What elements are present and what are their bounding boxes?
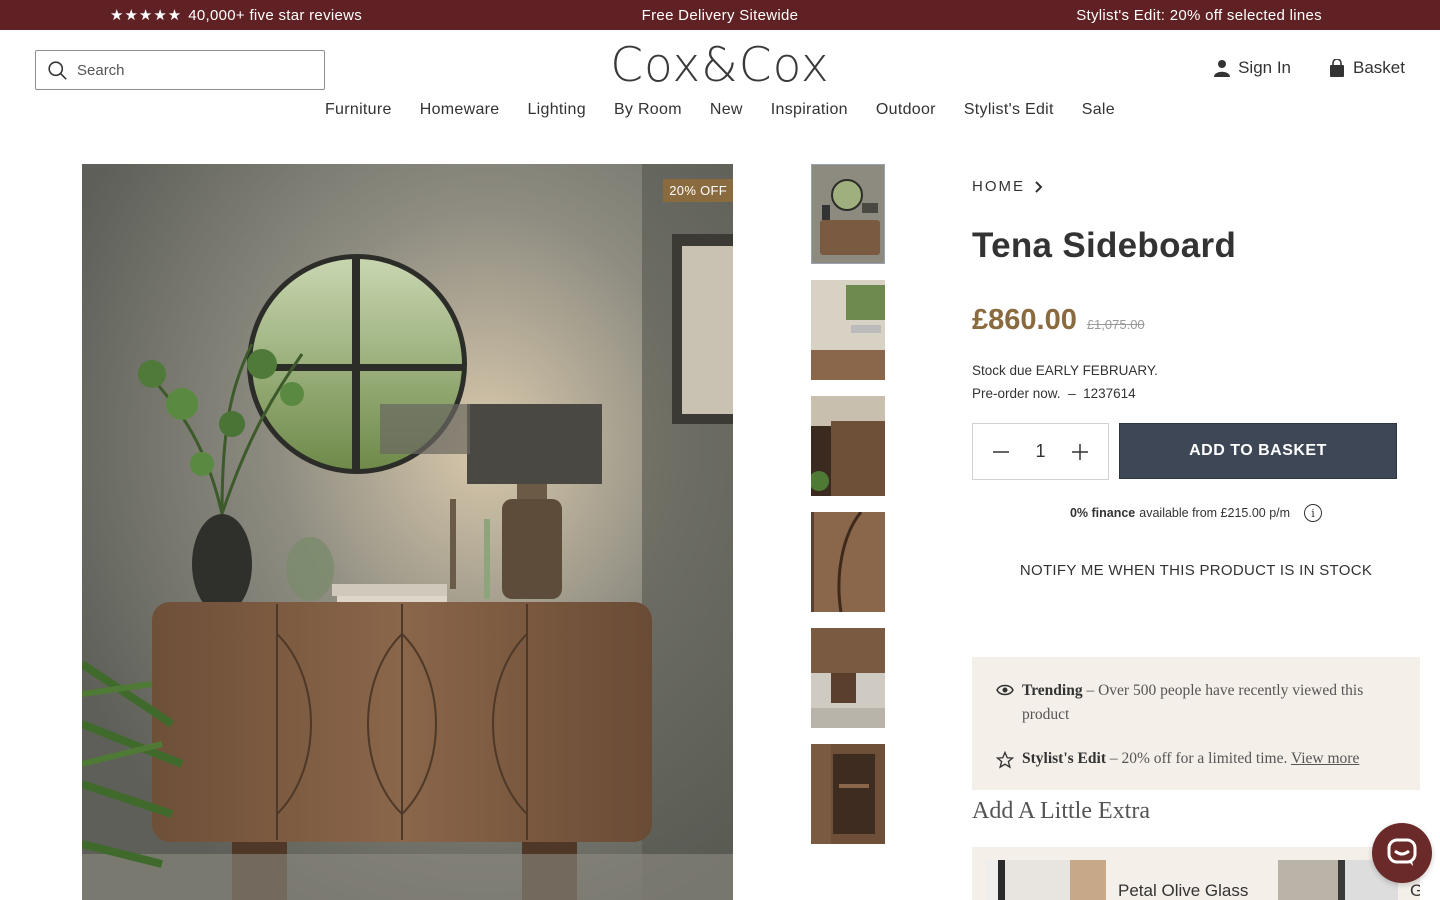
finance-info: 0% finance available from £215.00 p/m i [972,504,1420,522]
nav-item-new[interactable]: New [710,101,743,119]
nav-item-sale[interactable]: Sale [1082,101,1115,119]
nav-item-lighting[interactable]: Lighting [527,101,585,119]
preorder-line: Pre-order now. – 1237614 [972,382,1158,405]
sign-in-label: Sign In [1238,58,1292,77]
add-extra-heading: Add A Little Extra [972,798,1150,824]
extra-item-1-image[interactable] [986,860,1106,900]
view-more-link[interactable]: View more [1291,750,1359,767]
trending-message: Trending – Over 500 people have recently… [1022,679,1396,727]
breadcrumb: HOME [972,178,1043,195]
decrease-quantity-button[interactable] [991,442,1011,462]
eye-icon [996,684,1014,696]
sign-in-link[interactable]: Sign In [1214,58,1291,78]
thumbnail-3-image [811,396,885,496]
thumbnail-4-image [811,512,885,612]
trending-row: Trending – Over 500 people have recently… [996,679,1396,727]
nav-item-homeware[interactable]: Homeware [420,101,500,119]
thumbnail-3[interactable] [811,396,885,496]
plus-icon [1071,443,1088,460]
stylist-text: – 20% off for a limited time. [1109,750,1288,767]
sideboard-scene-image [82,164,733,900]
stock-info: Stock due EARLY FEBRUARY. Pre-order now.… [972,359,1158,405]
main-nav: Furniture Homeware Lighting By Room New … [0,101,1440,119]
thumbnail-6[interactable] [811,744,885,844]
nav-item-inspiration[interactable]: Inspiration [771,101,848,119]
product-title: Tena Sideboard [972,226,1237,265]
extra-item-1-title[interactable]: Petal Olive Glass [1118,881,1248,900]
promo-box: Trending – Over 500 people have recently… [972,657,1420,790]
star-icon [996,751,1014,769]
thumbnail-2[interactable] [811,280,885,380]
thumbnail-6-image [811,744,885,844]
breadcrumb-home[interactable]: HOME [972,178,1025,195]
extra-item-2-title[interactable]: G [1410,881,1420,900]
stylist-message: Stylist's Edit – 20% off for a limited t… [1022,747,1359,771]
info-icon[interactable]: i [1304,504,1323,522]
stylist-label: Stylist's Edit [1022,750,1106,767]
chat-icon [1387,838,1417,866]
sale-price: £860.00 [972,304,1077,336]
trending-label: Trending [1022,682,1083,699]
nav-item-furniture[interactable]: Furniture [325,101,392,119]
user-icon [1214,60,1231,77]
basket-link[interactable]: Basket [1329,58,1405,78]
nav-item-outdoor[interactable]: Outdoor [876,101,936,119]
original-price: £1,075.00 [1086,317,1145,332]
extras-carousel: Petal Olive Glass G [972,847,1420,900]
announcement-bar: ★★★★★ 40,000+ five star reviews Free Deli… [0,0,1440,30]
stylist-row: Stylist's Edit – 20% off for a limited t… [996,747,1396,771]
thumbnail-1-image [812,165,884,263]
add-to-basket-button[interactable]: ADD TO BASKET [1119,423,1397,479]
thumbnail-strip [811,164,885,860]
quantity-stepper: 1 [972,423,1109,480]
nav-item-stylists-edit[interactable]: Stylist's Edit [964,101,1054,119]
header-actions: Sign In Basket [1214,58,1405,78]
finance-bold: 0% finance [1069,506,1136,520]
preorder-text: Pre-order now. [972,386,1061,401]
thumbnail-4[interactable] [811,512,885,612]
notify-me-button[interactable]: NOTIFY ME WHEN THIS PRODUCT IS IN STOCK [972,562,1420,579]
nav-item-by-room[interactable]: By Room [614,101,682,119]
basket-label: Basket [1353,58,1405,77]
sku-separator: – [1068,386,1076,401]
quantity-value[interactable]: 1 [1035,441,1045,462]
discount-badge: 20% OFF [663,179,733,202]
finance-text: available from £215.00 p/m [1139,506,1291,520]
stock-status: Stock due EARLY FEBRUARY. [972,363,1158,378]
increase-quantity-button[interactable] [1070,442,1090,462]
basket-icon [1330,59,1345,77]
promo-announcement[interactable]: Stylist's Edit: 20% off selected lines [1076,0,1322,30]
minus-icon [993,450,1009,453]
thumbnail-5-image [811,628,885,728]
product-sku: 1237614 [1083,386,1136,401]
price-block: £860.00 £1,075.00 [972,304,1145,337]
chat-button[interactable] [1372,823,1432,883]
chevron-right-icon [1035,180,1043,193]
main-product-image[interactable]: 20% OFF [82,164,733,900]
thumbnail-1[interactable] [811,164,885,264]
thumbnail-5[interactable] [811,628,885,728]
thumbnail-2-image [811,280,885,380]
